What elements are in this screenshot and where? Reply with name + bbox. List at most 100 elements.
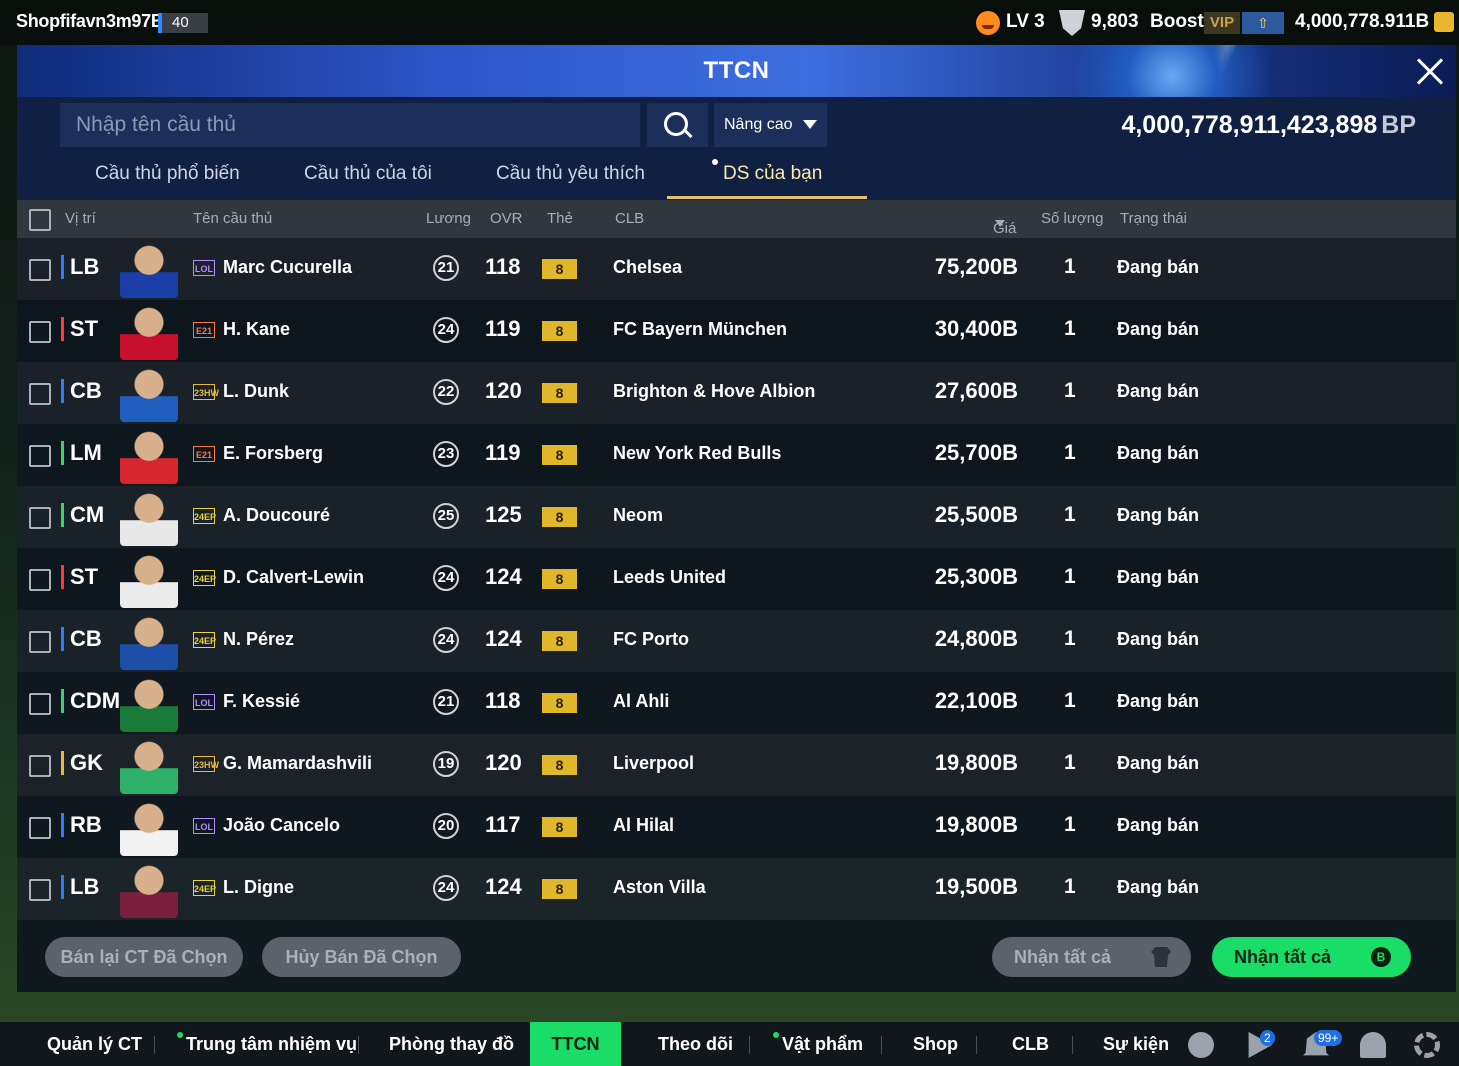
- advanced-filter-label: Nâng cao: [724, 116, 793, 133]
- player-name[interactable]: Marc Cucurella: [223, 257, 352, 278]
- claim-all-button[interactable]: Nhận tất cả B: [1212, 937, 1411, 977]
- row-checkbox[interactable]: [29, 817, 51, 839]
- player-name[interactable]: N. Pérez: [223, 629, 294, 650]
- player-avatar[interactable]: [120, 674, 178, 732]
- player-name[interactable]: L. Digne: [223, 877, 294, 898]
- player-avatar[interactable]: [120, 736, 178, 794]
- search-button[interactable]: [647, 103, 708, 147]
- player-wage: 24: [433, 317, 459, 343]
- nav-locker-room[interactable]: Phòng thay đồ: [389, 1022, 514, 1066]
- player-wage: 25: [433, 503, 459, 529]
- tab-favorite-players[interactable]: Cầu thủ yêu thích: [496, 163, 645, 185]
- player-name[interactable]: D. Calvert-Lewin: [223, 567, 364, 588]
- player-name[interactable]: F. Kessié: [223, 691, 300, 712]
- tab-popular-players[interactable]: Cầu thủ phổ biến: [95, 163, 240, 185]
- cancel-sale-button[interactable]: Hủy Bán Đã Chọn: [262, 937, 461, 977]
- select-all-checkbox[interactable]: [29, 209, 51, 231]
- player-row[interactable]: RB LOL João Cancelo 20 117 8 Al Hilal 19…: [17, 796, 1456, 858]
- player-row[interactable]: LM E21 E. Forsberg 23 119 8 New York Red…: [17, 424, 1456, 486]
- player-wage: 24: [433, 627, 459, 653]
- player-club: New York Red Bulls: [613, 443, 782, 463]
- nav-missions[interactable]: Trung tâm nhiệm vụ: [186, 1022, 357, 1066]
- player-club: Al Ahli: [613, 691, 670, 711]
- row-checkbox[interactable]: [29, 569, 51, 591]
- player-name[interactable]: A. Doucouré: [223, 505, 330, 526]
- row-checkbox[interactable]: [29, 755, 51, 777]
- player-wage: 21: [433, 689, 459, 715]
- player-quantity: 1: [1064, 441, 1076, 464]
- up-arrow-icon[interactable]: ⇧: [1242, 12, 1284, 34]
- row-checkbox[interactable]: [29, 321, 51, 343]
- nav-transfer-market[interactable]: TTCN: [530, 1022, 621, 1066]
- row-checkbox[interactable]: [29, 507, 51, 529]
- player-row[interactable]: CB 24EP N. Pérez 24 124 8 FC Porto 24,80…: [17, 610, 1456, 672]
- col-status: Trạng thái: [1120, 210, 1187, 227]
- player-name[interactable]: H. Kane: [223, 319, 290, 340]
- row-checkbox[interactable]: [29, 693, 51, 715]
- player-name[interactable]: João Cancelo: [223, 815, 340, 836]
- tab-your-list[interactable]: DS của bạn: [723, 163, 822, 185]
- nav-events[interactable]: Sự kiện: [1103, 1022, 1169, 1066]
- col-card: Thẻ: [547, 210, 573, 227]
- player-avatar[interactable]: [120, 240, 178, 298]
- nav-squad[interactable]: Quản lý CT: [47, 1022, 142, 1066]
- player-position: ST: [61, 565, 98, 589]
- player-club: Al Hilal: [613, 815, 675, 835]
- resell-selected-button[interactable]: Bán lại CT Đã Chọn: [45, 937, 243, 977]
- season-badge-icon: 24EP: [193, 632, 216, 648]
- player-row[interactable]: CB 23HW L. Dunk 22 120 8 Brighton & Hove…: [17, 362, 1456, 424]
- player-avatar[interactable]: [120, 860, 178, 918]
- user-icon[interactable]: [1360, 1032, 1386, 1058]
- username: Shopfifavn3m97B: [16, 11, 164, 31]
- row-checkbox[interactable]: [29, 383, 51, 405]
- tab-my-players[interactable]: Cầu thủ của tôi: [304, 163, 432, 185]
- row-checkbox[interactable]: [29, 879, 51, 901]
- row-checkbox[interactable]: [29, 445, 51, 467]
- player-name[interactable]: L. Dunk: [223, 381, 289, 402]
- chat-icon[interactable]: [1188, 1032, 1214, 1058]
- level-text: LV 3: [1006, 11, 1045, 32]
- row-checkbox[interactable]: [29, 631, 51, 653]
- player-name[interactable]: G. Mamardashvili: [223, 753, 372, 774]
- player-avatar[interactable]: [120, 798, 178, 856]
- player-avatar[interactable]: [120, 426, 178, 484]
- gear-icon[interactable]: [1414, 1032, 1440, 1058]
- player-name[interactable]: E. Forsberg: [223, 443, 323, 464]
- player-position: LM: [61, 441, 102, 465]
- player-row[interactable]: CDM LOL F. Kessié 21 118 8 Al Ahli 22,10…: [17, 672, 1456, 734]
- player-avatar[interactable]: [120, 612, 178, 670]
- player-row[interactable]: CM 24EP A. Doucouré 25 125 8 Neom 25,500…: [17, 486, 1456, 548]
- player-ovr: 124: [485, 564, 522, 589]
- player-price: 19,800B: [934, 812, 1018, 837]
- user-level-badge: 40: [158, 13, 208, 33]
- player-avatar[interactable]: [120, 488, 178, 546]
- nav-watchlist[interactable]: Theo dõi: [658, 1022, 733, 1066]
- player-avatar[interactable]: [120, 364, 178, 422]
- player-row[interactable]: LB LOL Marc Cucurella 21 118 8 Chelsea 7…: [17, 238, 1456, 300]
- player-quantity: 1: [1064, 875, 1076, 898]
- player-row[interactable]: ST E21 H. Kane 24 119 8 FC Bayern Münche…: [17, 300, 1456, 362]
- advanced-filter-dropdown[interactable]: Nâng cao: [714, 103, 827, 147]
- nav-shop[interactable]: Shop: [913, 1022, 958, 1066]
- nav-items[interactable]: Vật phẩm: [782, 1022, 863, 1066]
- player-row[interactable]: LB 24EP L. Digne 24 124 8 Aston Villa 19…: [17, 858, 1456, 920]
- player-price: 25,300B: [934, 564, 1018, 589]
- player-avatar[interactable]: [120, 302, 178, 360]
- boost-label[interactable]: Boost: [1150, 11, 1204, 33]
- claim-all-gray-button[interactable]: Nhận tất cả: [992, 937, 1191, 977]
- points-value: 9,803: [1091, 11, 1139, 32]
- row-checkbox[interactable]: [29, 259, 51, 281]
- vip-badge[interactable]: VIP: [1204, 12, 1240, 34]
- player-row[interactable]: ST 24EP D. Calvert-Lewin 24 124 8 Leeds …: [17, 548, 1456, 610]
- search-input[interactable]: [60, 103, 640, 147]
- player-status: Đang bán: [1117, 443, 1200, 463]
- player-club: FC Porto: [613, 629, 689, 649]
- player-position: ST: [61, 317, 98, 341]
- bp-total: 4,000,778,911,423,898 BP: [1121, 111, 1416, 140]
- player-row[interactable]: GK 23HW G. Mamardashvili 19 120 8 Liverp…: [17, 734, 1456, 796]
- player-ovr: 118: [485, 254, 521, 279]
- nav-club[interactable]: CLB: [1012, 1022, 1049, 1066]
- close-icon[interactable]: [1410, 51, 1450, 91]
- player-position: RB: [61, 813, 102, 837]
- player-avatar[interactable]: [120, 550, 178, 608]
